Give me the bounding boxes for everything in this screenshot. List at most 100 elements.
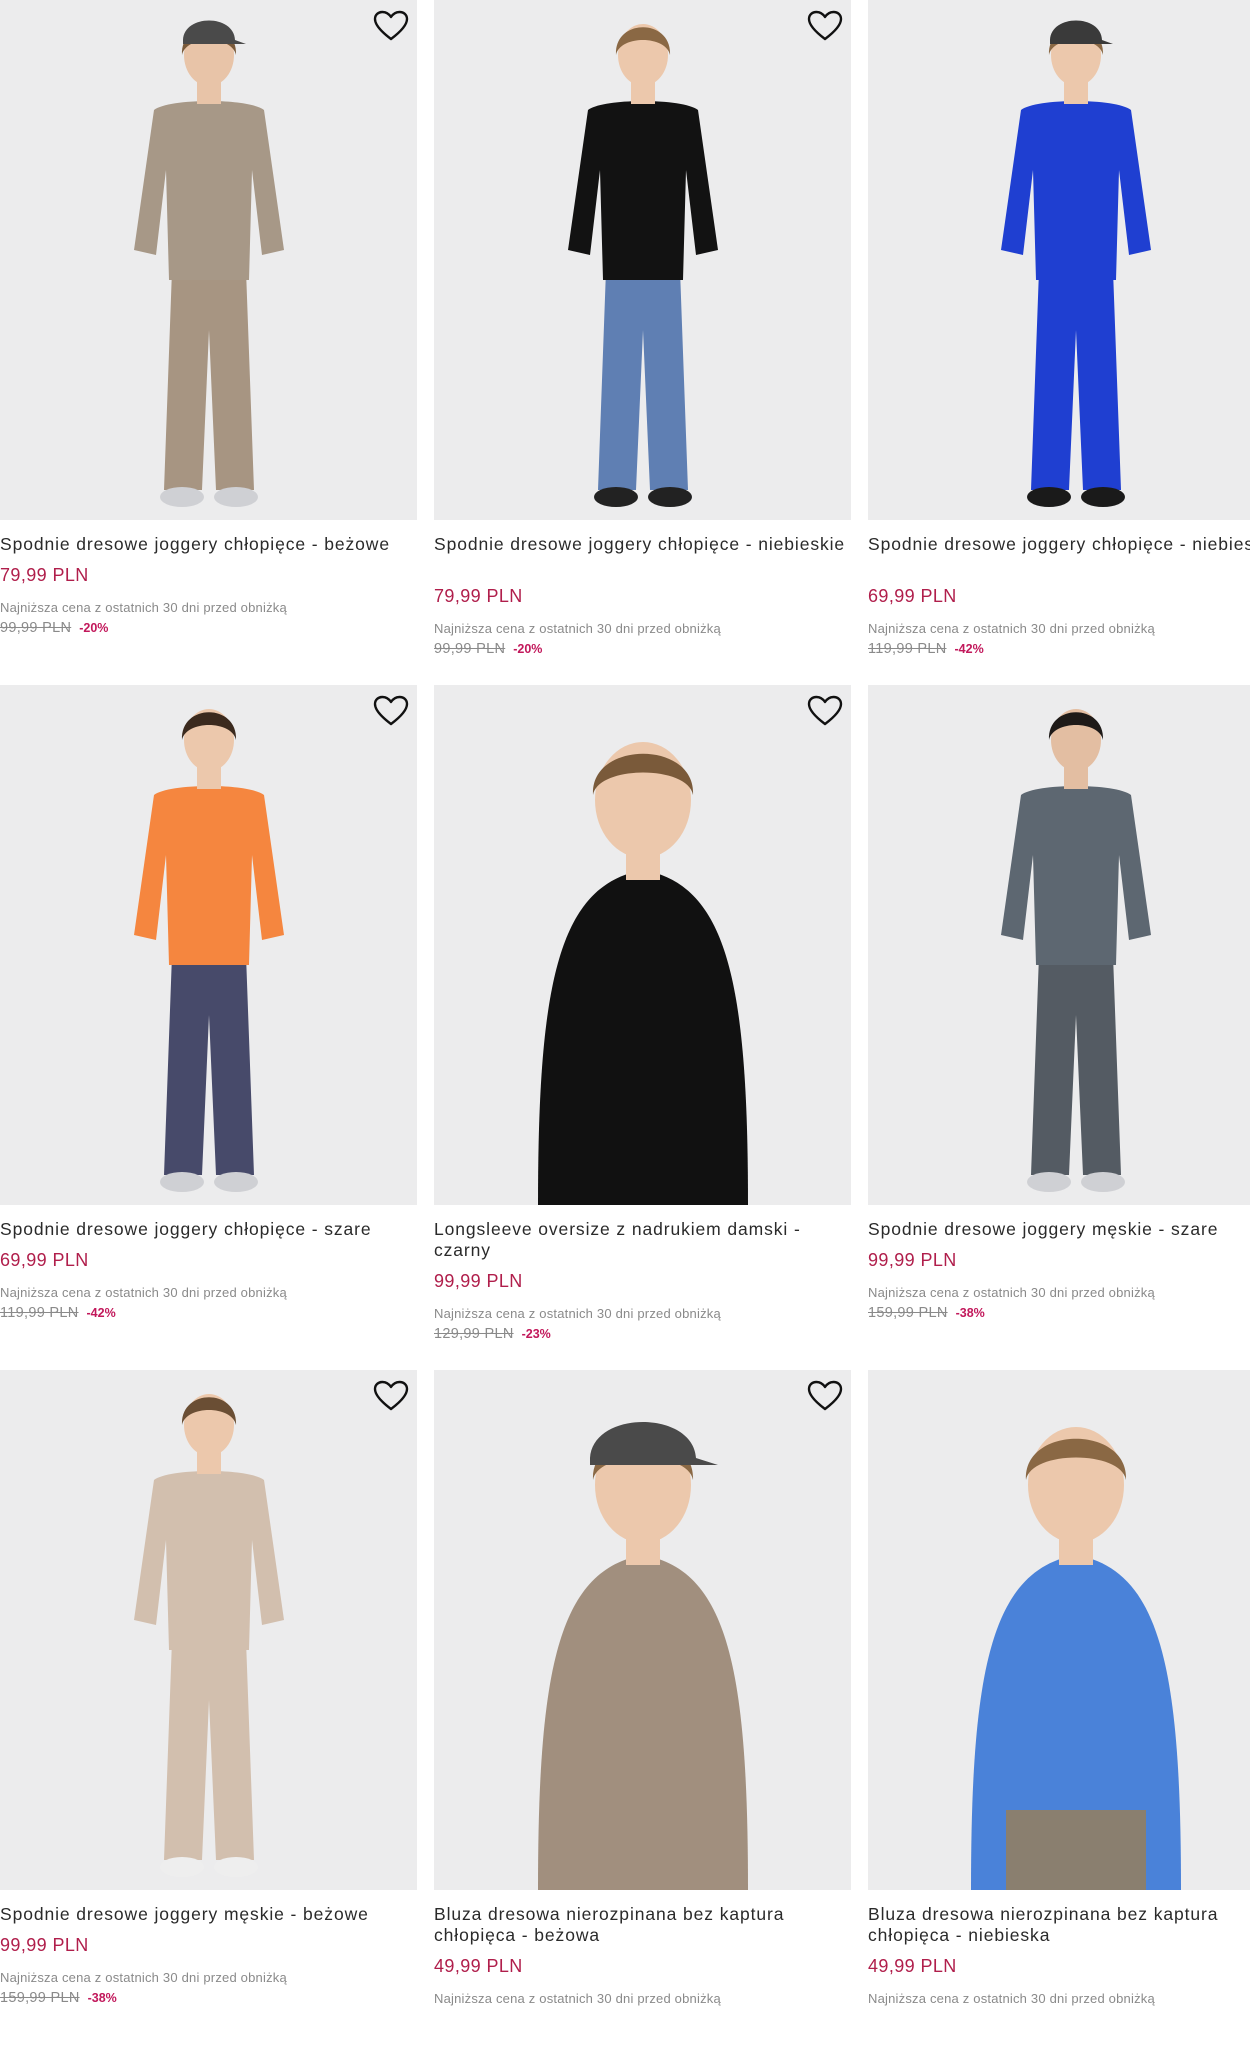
garment-bottom — [597, 270, 688, 490]
old-price-row: 119,99 PLN -42% — [0, 1305, 116, 1321]
cap — [589, 1422, 718, 1465]
product-price: 79,99 PLN — [0, 565, 89, 585]
old-price-row: 159,99 PLN -38% — [868, 1305, 985, 1321]
old-price: 99,99 PLN — [434, 641, 506, 657]
garment-top — [133, 1471, 284, 1650]
heart-icon[interactable] — [373, 1380, 409, 1412]
product-card[interactable]: Spodnie dresowe joggery chłopięce - beżo… — [0, 0, 417, 680]
product-title[interactable]: Spodnie dresowe joggery chłopięce - nieb… — [868, 534, 1250, 555]
product-grid: Spodnie dresowe joggery chłopięce - beżo… — [0, 0, 1250, 2014]
product-photo — [133, 709, 284, 1192]
old-price-row: 159,99 PLN -38% — [0, 1990, 117, 2006]
shoe — [213, 487, 258, 507]
product-image[interactable] — [0, 685, 417, 1205]
discount-badge: -38% — [87, 1991, 117, 2005]
discount-badge: -20% — [513, 642, 543, 656]
old-price: 159,99 PLN — [0, 1990, 80, 2006]
garment-top — [133, 786, 284, 965]
product-photo — [1001, 20, 1151, 507]
product-title[interactable]: Bluza dresowa nierozpinana bez kaptura c… — [868, 1904, 1250, 1946]
lowest-price-label: Najniższa cena z ostatnich 30 dni przed … — [868, 621, 1155, 636]
lowest-price-label: Najniższa cena z ostatnich 30 dni przed … — [0, 600, 287, 615]
garment-top — [567, 101, 718, 280]
product-card[interactable]: Longsleeve oversize z nadrukiem damski -… — [434, 685, 851, 1365]
shoe — [159, 1857, 204, 1877]
product-title[interactable]: Spodnie dresowe joggery męskie - szare — [868, 1219, 1250, 1240]
old-price-row: 129,99 PLN -23% — [434, 1326, 551, 1342]
product-title[interactable]: Longsleeve oversize z nadrukiem damski -… — [434, 1219, 846, 1261]
product-photo — [971, 1427, 1181, 1890]
cap — [1050, 20, 1113, 44]
lowest-price-label: Najniższa cena z ostatnich 30 dni przed … — [434, 621, 721, 636]
garment-top — [1001, 786, 1151, 965]
garment-bottom — [163, 270, 254, 490]
product-price: 69,99 PLN — [0, 1250, 89, 1270]
product-image[interactable] — [434, 685, 851, 1205]
lowest-price-label: Najniższa cena z ostatnich 30 dni przed … — [868, 1991, 1155, 2006]
heart-icon[interactable] — [373, 10, 409, 42]
garment-bottom — [163, 1640, 254, 1860]
product-price: 99,99 PLN — [434, 1271, 523, 1291]
shoe — [213, 1857, 258, 1877]
product-title[interactable]: Spodnie dresowe joggery męskie - beżowe — [0, 1904, 412, 1925]
garment-bottom — [572, 1810, 713, 1890]
garment-bottom — [1006, 1810, 1146, 1890]
lowest-price-label: Najniższa cena z ostatnich 30 dni przed … — [0, 1285, 287, 1300]
heart-icon[interactable] — [373, 695, 409, 727]
heart-icon[interactable] — [807, 10, 843, 42]
shoe — [647, 487, 692, 507]
shoe — [1027, 487, 1071, 507]
product-card[interactable]: Spodnie dresowe joggery chłopięce - nieb… — [434, 0, 851, 680]
old-price: 159,99 PLN — [868, 1305, 948, 1321]
product-photo — [133, 20, 284, 507]
product-price: 69,99 PLN — [868, 586, 957, 606]
product-price: 49,99 PLN — [868, 1956, 957, 1976]
product-photo — [1001, 709, 1151, 1192]
product-card[interactable]: Spodnie dresowe joggery chłopięce - szar… — [0, 685, 417, 1365]
garment-top — [1001, 101, 1151, 280]
old-price: 119,99 PLN — [0, 1305, 79, 1321]
product-image[interactable] — [868, 1370, 1250, 1890]
heart-icon[interactable] — [807, 695, 843, 727]
shoe — [1081, 1172, 1125, 1192]
product-card[interactable]: Spodnie dresowe joggery chłopięce - nieb… — [868, 0, 1250, 680]
garment-bottom — [163, 955, 254, 1175]
product-title[interactable]: Spodnie dresowe joggery chłopięce - nieb… — [434, 534, 846, 555]
product-photo — [537, 1422, 748, 1890]
shoe — [593, 487, 638, 507]
old-price-row: 99,99 PLN -20% — [434, 641, 542, 657]
product-image[interactable] — [0, 0, 417, 520]
shoe — [159, 1172, 204, 1192]
old-price-row: 119,99 PLN -42% — [868, 641, 984, 657]
shoe — [1081, 487, 1125, 507]
old-price: 99,99 PLN — [0, 620, 72, 636]
product-card[interactable]: Bluza dresowa nierozpinana bez kaptura c… — [868, 1370, 1250, 2050]
product-price: 79,99 PLN — [434, 586, 523, 606]
product-image[interactable] — [868, 0, 1250, 520]
lowest-price-label: Najniższa cena z ostatnich 30 dni przed … — [0, 1970, 287, 1985]
product-title[interactable]: Spodnie dresowe joggery chłopięce - szar… — [0, 1219, 412, 1240]
product-image[interactable] — [0, 1370, 417, 1890]
product-image[interactable] — [434, 0, 851, 520]
shoe — [159, 487, 204, 507]
product-card[interactable]: Spodnie dresowe joggery męskie - szare 9… — [868, 685, 1250, 1365]
garment-top — [133, 101, 284, 280]
product-photo — [133, 1394, 284, 1877]
heart-icon[interactable] — [807, 1380, 843, 1412]
shoe — [1027, 1172, 1071, 1192]
cap — [182, 20, 246, 44]
lowest-price-label: Najniższa cena z ostatnich 30 dni przed … — [434, 1306, 721, 1321]
lowest-price-label: Najniższa cena z ostatnich 30 dni przed … — [868, 1285, 1155, 1300]
product-image[interactable] — [868, 685, 1250, 1205]
product-title[interactable]: Bluza dresowa nierozpinana bez kaptura c… — [434, 1904, 846, 1946]
product-card[interactable]: Bluza dresowa nierozpinana bez kaptura c… — [434, 1370, 851, 2050]
product-price: 99,99 PLN — [868, 1250, 957, 1270]
discount-badge: -23% — [521, 1327, 551, 1341]
product-card[interactable]: Spodnie dresowe joggery męskie - beżowe … — [0, 1370, 417, 2050]
product-title[interactable]: Spodnie dresowe joggery chłopięce - beżo… — [0, 534, 412, 555]
old-price: 119,99 PLN — [868, 641, 947, 657]
product-image[interactable] — [434, 1370, 851, 1890]
old-price-row: 99,99 PLN -20% — [0, 620, 108, 636]
discount-badge: -20% — [79, 621, 109, 635]
garment-bottom — [1031, 270, 1121, 490]
